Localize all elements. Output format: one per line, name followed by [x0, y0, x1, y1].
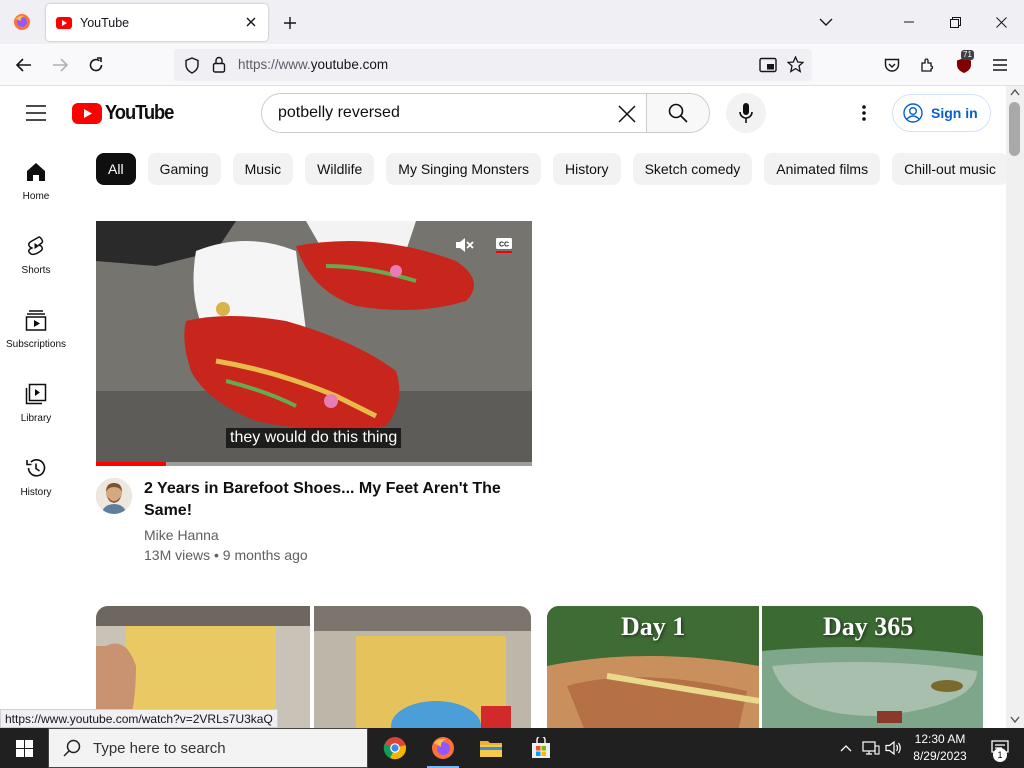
- thumbnail-overlay-right: Day 365: [823, 612, 914, 641]
- picture-in-picture-icon[interactable]: [759, 57, 777, 73]
- youtube-logo-text: YouTube: [105, 102, 174, 124]
- settings-kebab-icon[interactable]: [852, 101, 876, 125]
- extensions-icon[interactable]: [915, 52, 941, 78]
- chip-gaming[interactable]: Gaming: [147, 153, 221, 185]
- chip-history[interactable]: History: [553, 153, 621, 185]
- firefox-taskbar-icon[interactable]: [419, 728, 467, 768]
- video-progress-bar[interactable]: [96, 462, 532, 466]
- reload-icon[interactable]: [83, 52, 109, 78]
- chip-chill-out-music[interactable]: Chill-out music: [892, 153, 1006, 185]
- close-window-icon[interactable]: [978, 0, 1024, 44]
- link-status-bar: https://www.youtube.com/watch?v=2VRLs7U3…: [0, 709, 278, 728]
- search-input[interactable]: [278, 94, 598, 132]
- microphone-icon: [739, 103, 753, 123]
- microsoft-store-icon[interactable]: [517, 728, 565, 768]
- guide-menu-icon[interactable]: [22, 101, 50, 125]
- restore-icon[interactable]: [932, 0, 978, 44]
- url-bar[interactable]: https://www.youtube.com: [174, 49, 812, 81]
- video-progress-fill: [96, 462, 166, 466]
- firefox-view-icon[interactable]: [0, 0, 44, 44]
- page-scrollbar[interactable]: [1006, 86, 1024, 728]
- windows-taskbar: Type here to search 12:30 AM 8/29/2023 1: [0, 728, 1024, 768]
- notification-count-badge: 1: [993, 748, 1007, 762]
- sidebar-item-subscriptions[interactable]: Subscriptions: [0, 296, 72, 358]
- taskbar-search-box[interactable]: Type here to search: [48, 728, 368, 768]
- scroll-down-icon[interactable]: [1010, 716, 1020, 723]
- close-tab-icon[interactable]: [242, 13, 260, 31]
- forward-icon[interactable]: [47, 52, 73, 78]
- chrome-icon[interactable]: [371, 728, 419, 768]
- voice-search-button[interactable]: [726, 93, 766, 133]
- video-thumbnail[interactable]: Day 1 Day 365: [547, 606, 983, 728]
- chip-sketch-comedy[interactable]: Sketch comedy: [632, 153, 753, 185]
- list-all-tabs-icon[interactable]: [816, 12, 836, 32]
- sidebar-item-library[interactable]: Library: [0, 370, 72, 432]
- clear-search-icon[interactable]: [616, 103, 638, 125]
- video-metadata: 13M views • 9 months ago: [144, 547, 308, 563]
- youtube-page: YouTube Sign in Home Shorts Subscription…: [0, 86, 1006, 728]
- windows-start-icon[interactable]: [0, 728, 48, 768]
- youtube-favicon-icon: [56, 16, 72, 29]
- browser-nav-bar: https://www.youtube.com 71: [0, 44, 1024, 86]
- minimize-icon[interactable]: [886, 0, 932, 44]
- chip-music[interactable]: Music: [232, 153, 294, 185]
- library-icon: [24, 382, 48, 406]
- chip-all[interactable]: All: [96, 153, 136, 185]
- scrollbar-thumb[interactable]: [1009, 102, 1020, 156]
- back-icon[interactable]: [11, 52, 37, 78]
- thumbnail-overlay-left: Day 1: [621, 612, 686, 641]
- taskbar-search-placeholder: Type here to search: [93, 739, 226, 757]
- sign-in-label: Sign in: [931, 105, 978, 121]
- sidebar-item-home[interactable]: Home: [0, 148, 72, 210]
- shorts-icon: [24, 234, 48, 258]
- subscriptions-icon: [24, 308, 48, 332]
- chip-my-singing-monsters[interactable]: My Singing Monsters: [386, 153, 541, 185]
- tab-youtube[interactable]: YouTube: [46, 4, 268, 41]
- history-icon: [24, 456, 48, 480]
- pond-build-thumbnail-image: [547, 606, 983, 728]
- lock-icon[interactable]: [212, 56, 226, 73]
- search-icon: [63, 739, 81, 757]
- home-icon: [24, 160, 48, 184]
- chip-wildlife[interactable]: Wildlife: [305, 153, 375, 185]
- new-tab-icon[interactable]: [280, 13, 300, 33]
- search-button[interactable]: [646, 93, 710, 133]
- svg-text:CC: CC: [499, 242, 509, 249]
- tracking-protection-icon[interactable]: [184, 57, 200, 74]
- clock-time: 12:30 AM: [914, 732, 966, 746]
- youtube-logo[interactable]: YouTube: [72, 102, 179, 125]
- network-icon[interactable]: [861, 738, 881, 758]
- bookmark-star-icon[interactable]: [787, 56, 804, 73]
- clock-date: 8/29/2023: [913, 749, 967, 763]
- sidebar-item-shorts[interactable]: Shorts: [0, 222, 72, 284]
- volume-icon[interactable]: [884, 738, 904, 758]
- search-box: [261, 93, 647, 133]
- show-hidden-icons-icon[interactable]: [836, 738, 856, 758]
- mute-icon[interactable]: [448, 233, 480, 257]
- video-title[interactable]: 2 Years in Barefoot Shoes... My Feet Are…: [144, 478, 514, 522]
- tab-title: YouTube: [80, 15, 130, 30]
- search-icon: [668, 103, 688, 123]
- taskbar-clock[interactable]: 12:30 AM 8/29/2023: [904, 731, 976, 765]
- account-circle-icon: [903, 103, 923, 123]
- video-caption: they would do this thing: [226, 428, 402, 448]
- browser-tab-bar: YouTube: [0, 0, 1024, 44]
- file-explorer-icon[interactable]: [467, 728, 515, 768]
- youtube-play-logo-icon: [72, 103, 102, 124]
- app-menu-icon[interactable]: [987, 52, 1013, 78]
- url-text[interactable]: https://www.youtube.com: [238, 57, 388, 72]
- category-chips: All Gaming Music Wildlife My Singing Mon…: [96, 153, 1006, 185]
- closed-captions-icon[interactable]: CC: [490, 233, 518, 257]
- chip-animated-films[interactable]: Animated films: [764, 153, 881, 185]
- sidebar-item-history[interactable]: History: [0, 444, 72, 506]
- channel-avatar[interactable]: [96, 478, 132, 514]
- scroll-up-icon[interactable]: [1010, 89, 1020, 96]
- pocket-icon[interactable]: [879, 52, 905, 78]
- channel-name[interactable]: Mike Hanna: [144, 527, 219, 543]
- sign-in-button[interactable]: Sign in: [892, 94, 991, 132]
- extension-badge: 71: [961, 50, 974, 60]
